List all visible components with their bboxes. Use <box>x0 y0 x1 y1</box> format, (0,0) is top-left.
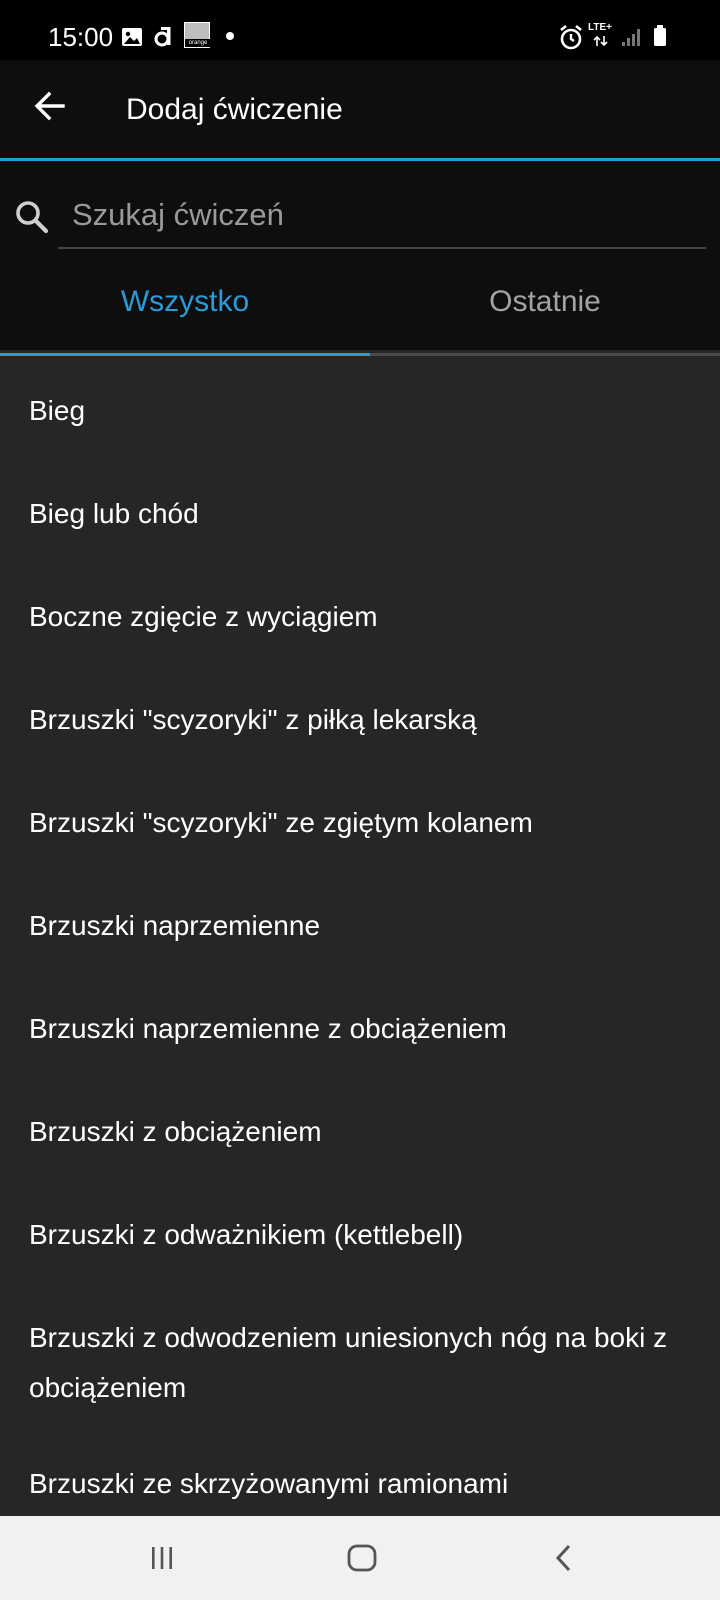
list-item[interactable]: Brzuszki naprzemienne <box>29 901 689 951</box>
carrier-icon: orange <box>184 22 211 48</box>
network-type-label: LTE+ <box>588 22 612 33</box>
status-time: 15:00 <box>48 22 114 52</box>
recent-apps-icon <box>152 1547 172 1569</box>
page-title: Dodaj ćwiczenie <box>126 93 343 126</box>
back-chevron-icon <box>555 1544 571 1572</box>
data-arrows-icon <box>593 35 608 47</box>
app-notification-icon <box>154 27 171 47</box>
arrow-left-icon <box>34 91 65 121</box>
list-item[interactable]: Boczne zgięcie z wyciągiem <box>29 592 689 642</box>
status-bar: 15:00 orange LTE+ <box>0 0 720 60</box>
list-item[interactable]: Bieg <box>29 386 689 436</box>
tab-all-label: Wszystko <box>120 285 250 318</box>
search-input[interactable] <box>58 183 706 249</box>
list-item[interactable]: Brzuszki z odważnikiem (kettlebell) <box>29 1210 689 1260</box>
list-item[interactable]: Brzuszki ze skrzyżowanymi ramionami <box>29 1459 689 1509</box>
list-item[interactable]: Brzuszki naprzemienne z obciążeniem <box>29 1004 689 1054</box>
app-bar: Dodaj ćwiczenie <box>0 60 720 158</box>
tab-recent[interactable]: Ostatnie <box>360 271 720 333</box>
search-icon <box>16 201 49 234</box>
image-notification-icon <box>122 28 142 46</box>
list-item[interactable]: Brzuszki "scyzoryki" z piłką lekarską <box>29 695 689 745</box>
tab-all[interactable]: Wszystko <box>0 271 370 333</box>
recent-apps-button[interactable] <box>132 1532 192 1584</box>
carrier-label: orange <box>185 39 211 47</box>
system-nav-bar <box>0 1516 720 1600</box>
search-area: Wszystko Ostatnie <box>0 161 720 350</box>
back-nav-button[interactable] <box>534 1532 594 1584</box>
home-icon <box>347 1544 377 1572</box>
list-item[interactable]: Brzuszki "scyzoryki" ze zgiętym kolanem <box>29 798 689 848</box>
tab-recent-label: Ostatnie <box>489 285 601 318</box>
home-button[interactable] <box>332 1532 392 1584</box>
list-item[interactable]: Bieg lub chód <box>29 489 689 539</box>
list-item[interactable]: Brzuszki z obciążeniem <box>29 1107 689 1157</box>
back-button[interactable] <box>26 82 74 130</box>
alarm-icon <box>560 24 582 50</box>
battery-icon <box>654 25 666 46</box>
exercise-list: Bieg Bieg lub chód Boczne zgięcie z wyci… <box>0 356 720 1516</box>
signal-icon <box>622 29 640 46</box>
notification-dot-icon <box>226 32 234 40</box>
list-item[interactable]: Brzuszki z odwodzeniem uniesionych nóg n… <box>29 1313 669 1413</box>
lte-indicator: LTE+ <box>588 22 618 50</box>
